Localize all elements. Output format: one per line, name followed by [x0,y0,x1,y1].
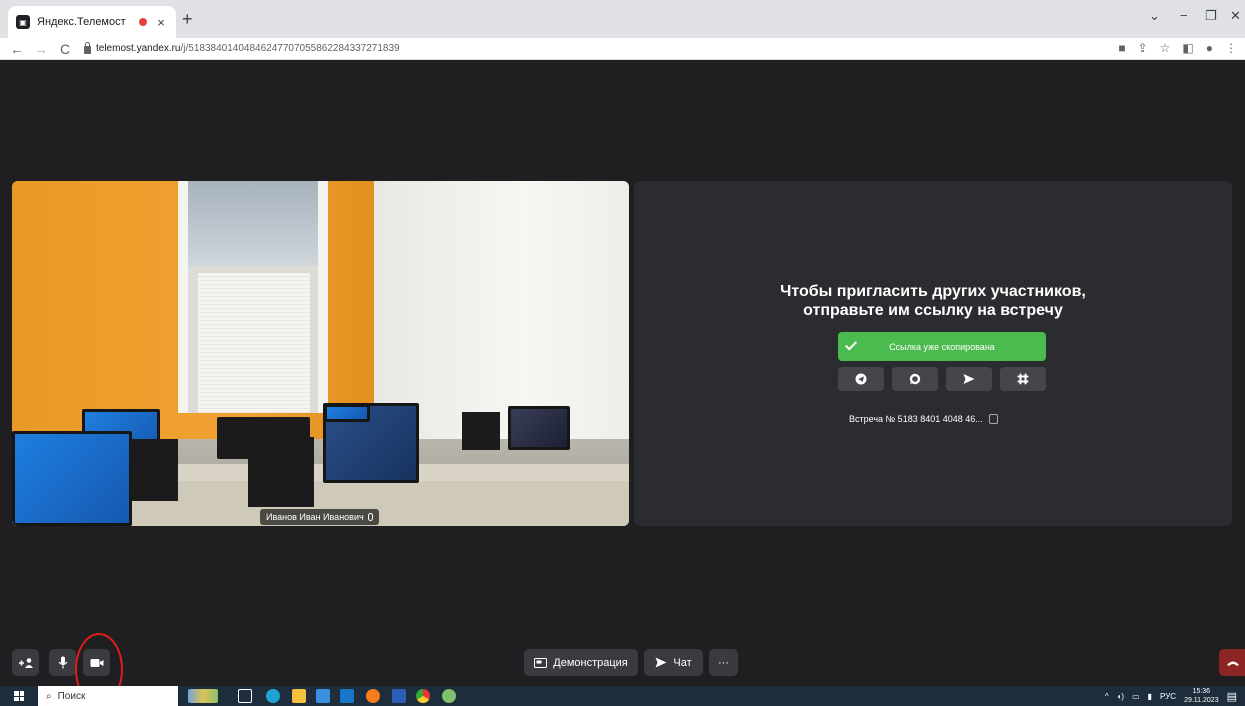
end-call-button[interactable] [1219,649,1245,676]
minimize-button[interactable]: − [1180,8,1188,23]
microphone-icon [58,656,67,669]
invite-title: Чтобы пригласить других участников, отпр… [634,282,1232,320]
reload-icon[interactable]: C [58,42,72,56]
browser-tabstrip: ▣ Яндекс.Телемост × + ⌄ − ❐ ✕ [0,0,1245,38]
back-arrow-icon[interactable]: ← [10,42,24,56]
share-icon[interactable]: ⇪ [1138,41,1148,55]
chat-label: Чат [673,656,692,669]
add-user-icon [18,657,33,668]
volume-icon[interactable]: ◖) [1117,692,1125,701]
side-panel-icon[interactable]: ◧ [1182,41,1193,55]
invite-title-line1: Чтобы пригласить других участников, [780,283,1086,300]
clock-date: 29.11.2023 [1184,697,1219,704]
invite-title-line2: отправьте им ссылку на встречу [803,302,1063,319]
bookmark-star-icon[interactable]: ☆ [1160,41,1171,55]
chat-send-icon [655,657,667,668]
add-participant-button[interactable] [12,649,39,676]
mic-tray-icon[interactable]: ▮ [1148,692,1152,701]
app-icon[interactable] [442,689,456,703]
recording-indicator-icon [139,18,147,26]
meeting-id-row: Встреча № 5183 8401 4048 46... [849,414,998,424]
video-window-scene [178,181,328,413]
share-whatsapp-button[interactable] [892,367,938,391]
edge-icon[interactable] [266,689,280,703]
store-icon[interactable] [316,689,330,703]
url-host: telemost.yandex.ru [96,43,181,54]
file-explorer-icon[interactable] [292,689,306,703]
screenshare-label: Демонстрация [553,656,628,669]
meeting-id: Встреча № 5183 8401 4048 46... [849,414,983,424]
clock[interactable]: 15:36 29.11.2023 [1184,687,1219,705]
network-icon[interactable]: ▭ [1132,692,1140,701]
tab-search-icon[interactable]: ⌄ [1149,8,1160,24]
search-icon: ⌕ [46,690,52,702]
chrome-menu-icon[interactable]: ⋮ [1225,41,1237,55]
profile-icon[interactable]: ● [1206,41,1213,55]
windows-taskbar: ⌕ Поиск ^ ◖) ▭ ▮ РУС 15:36 29.11.2023 ▤ [0,686,1245,706]
notifications-icon[interactable]: ▤ [1227,690,1237,703]
lock-icon [84,41,91,54]
browser-toolbar: ← → C telemost.yandex.ru/j/5183840140484… [0,38,1245,60]
search-placeholder: Поиск [57,690,86,702]
telegram-icon [855,373,867,385]
participant-name-chip: Иванов Иван Иванович [260,509,379,525]
restore-button[interactable]: ❐ [1205,8,1217,24]
task-view-icon[interactable] [238,689,252,703]
share-telegram-button[interactable] [838,367,884,391]
language-indicator[interactable]: РУС [1160,692,1176,701]
screen-icon [534,657,548,668]
firefox-icon[interactable] [366,689,380,703]
tray-overflow-icon[interactable]: ^ [1105,692,1109,701]
slack-icon [1017,373,1029,385]
chat-button[interactable]: Чат [644,649,703,676]
invite-panel: Чтобы пригласить других участников, отпр… [634,181,1232,526]
windows-start-icon[interactable] [14,691,24,701]
share-buttons [838,367,1046,391]
telemost-favicon-icon: ▣ [16,15,30,29]
tab-close-icon[interactable]: × [154,15,168,30]
whatsapp-icon [909,373,921,385]
copy-link-label: Ссылка уже скопирована [889,341,995,352]
chrome-icon[interactable] [416,689,430,703]
browser-tab[interactable]: ▣ Яндекс.Телемост × [8,6,176,38]
share-slack-button[interactable] [1000,367,1046,391]
mic-icon [367,513,373,521]
forward-arrow-icon[interactable]: → [34,42,48,56]
close-window-button[interactable]: ✕ [1230,8,1241,24]
copy-link-button[interactable]: Ссылка уже скопирована [838,332,1046,361]
system-tray: ^ ◖) ▭ ▮ РУС 15:36 29.11.2023 ▤ [1105,686,1237,706]
mail-icon[interactable] [340,689,354,703]
word-icon[interactable] [392,689,406,703]
microphone-button[interactable] [49,649,76,676]
camera-in-use-icon[interactable]: ■ [1118,41,1125,55]
send-icon [963,374,975,384]
share-send-button[interactable] [946,367,992,391]
screenshare-button[interactable]: Демонстрация [524,649,638,676]
participant-name: Иванов Иван Иванович [266,512,364,522]
taskbar-search-input[interactable]: ⌕ Поиск [38,686,178,706]
address-bar[interactable]: telemost.yandex.ru/j/5183840140484624770… [84,41,400,54]
url-path: /j/5183840140484624770705586228433727183… [180,43,400,54]
copy-icon[interactable] [988,414,998,424]
more-options-button[interactable]: ··· [709,649,738,676]
tab-title: Яндекс.Телемост [37,16,126,28]
more-dots-icon: ··· [718,656,729,669]
self-video-tile[interactable]: Иванов Иван Иванович [12,181,629,526]
clock-time: 15:36 [1192,688,1211,695]
weather-widget-icon[interactable] [188,689,218,703]
telemost-app: Иванов Иван Иванович Чтобы пригласить др… [0,60,1245,706]
new-tab-button[interactable]: + [182,10,193,28]
hang-up-icon [1227,661,1239,666]
